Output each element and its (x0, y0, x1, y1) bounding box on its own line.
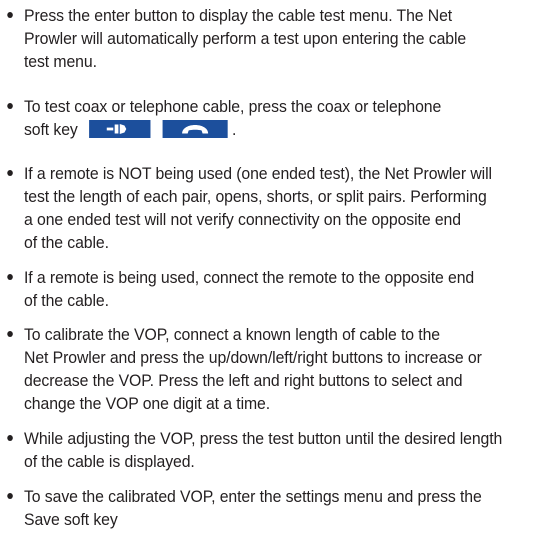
bullet-dot (7, 493, 13, 499)
text-line: Prowler will automatically perform a tes… (24, 29, 467, 48)
softkey-line: soft key . (24, 118, 514, 141)
text-line: To save the calibrated VOP, enter the se… (24, 487, 482, 506)
text-line: To calibrate the VOP, connect a known le… (24, 325, 441, 344)
text-line: If a remote is being used, connect the r… (24, 268, 475, 287)
text-line: of the cable is displayed. (24, 452, 195, 471)
text-line: Press the enter button to display the ca… (24, 6, 453, 25)
text-line: While adjusting the VOP, press the test … (24, 429, 503, 448)
list-item: Press the enter button to display the ca… (7, 4, 514, 73)
bullet-dot (7, 331, 13, 337)
list-item: If a remote is NOT being used (one ended… (7, 162, 514, 254)
text-segment: soft key (24, 120, 78, 139)
text-line: test the length of each pair, opens, sho… (24, 187, 487, 206)
text-line: To test coax or telephone cable, press t… (24, 97, 442, 116)
bullet-dot (7, 12, 13, 18)
text-line: Net Prowler and press the up/down/left/r… (24, 348, 482, 367)
text-line: test menu. (24, 52, 97, 71)
text-line: a one ended test will not verify connect… (24, 210, 461, 229)
text-line: change the VOP one digit at a time. (24, 394, 271, 413)
list-item: To calibrate the VOP, connect a known le… (7, 323, 514, 415)
text-line: decrease the VOP. Press the left and rig… (24, 371, 463, 390)
telephone-softkey-icon (162, 120, 228, 138)
text-line: of the cable. (24, 291, 109, 310)
list-item: If a remote is being used, connect the r… (7, 266, 514, 312)
bullet-dot (7, 435, 13, 441)
list-item: To test coax or telephone cable, press t… (7, 95, 514, 141)
bullet-dot (7, 170, 13, 176)
list-item: While adjusting the VOP, press the test … (7, 427, 514, 473)
text-line: Save soft key (24, 510, 118, 529)
bullet-dot (7, 274, 13, 280)
text-line: If a remote is NOT being used (one ended… (24, 164, 492, 183)
coax-softkey-icon (89, 120, 151, 138)
text-segment: . (232, 120, 237, 139)
list-item: To save the calibrated VOP, enter the se… (7, 485, 514, 531)
text-line: of the cable. (24, 233, 109, 252)
bullet-dot (7, 103, 13, 109)
